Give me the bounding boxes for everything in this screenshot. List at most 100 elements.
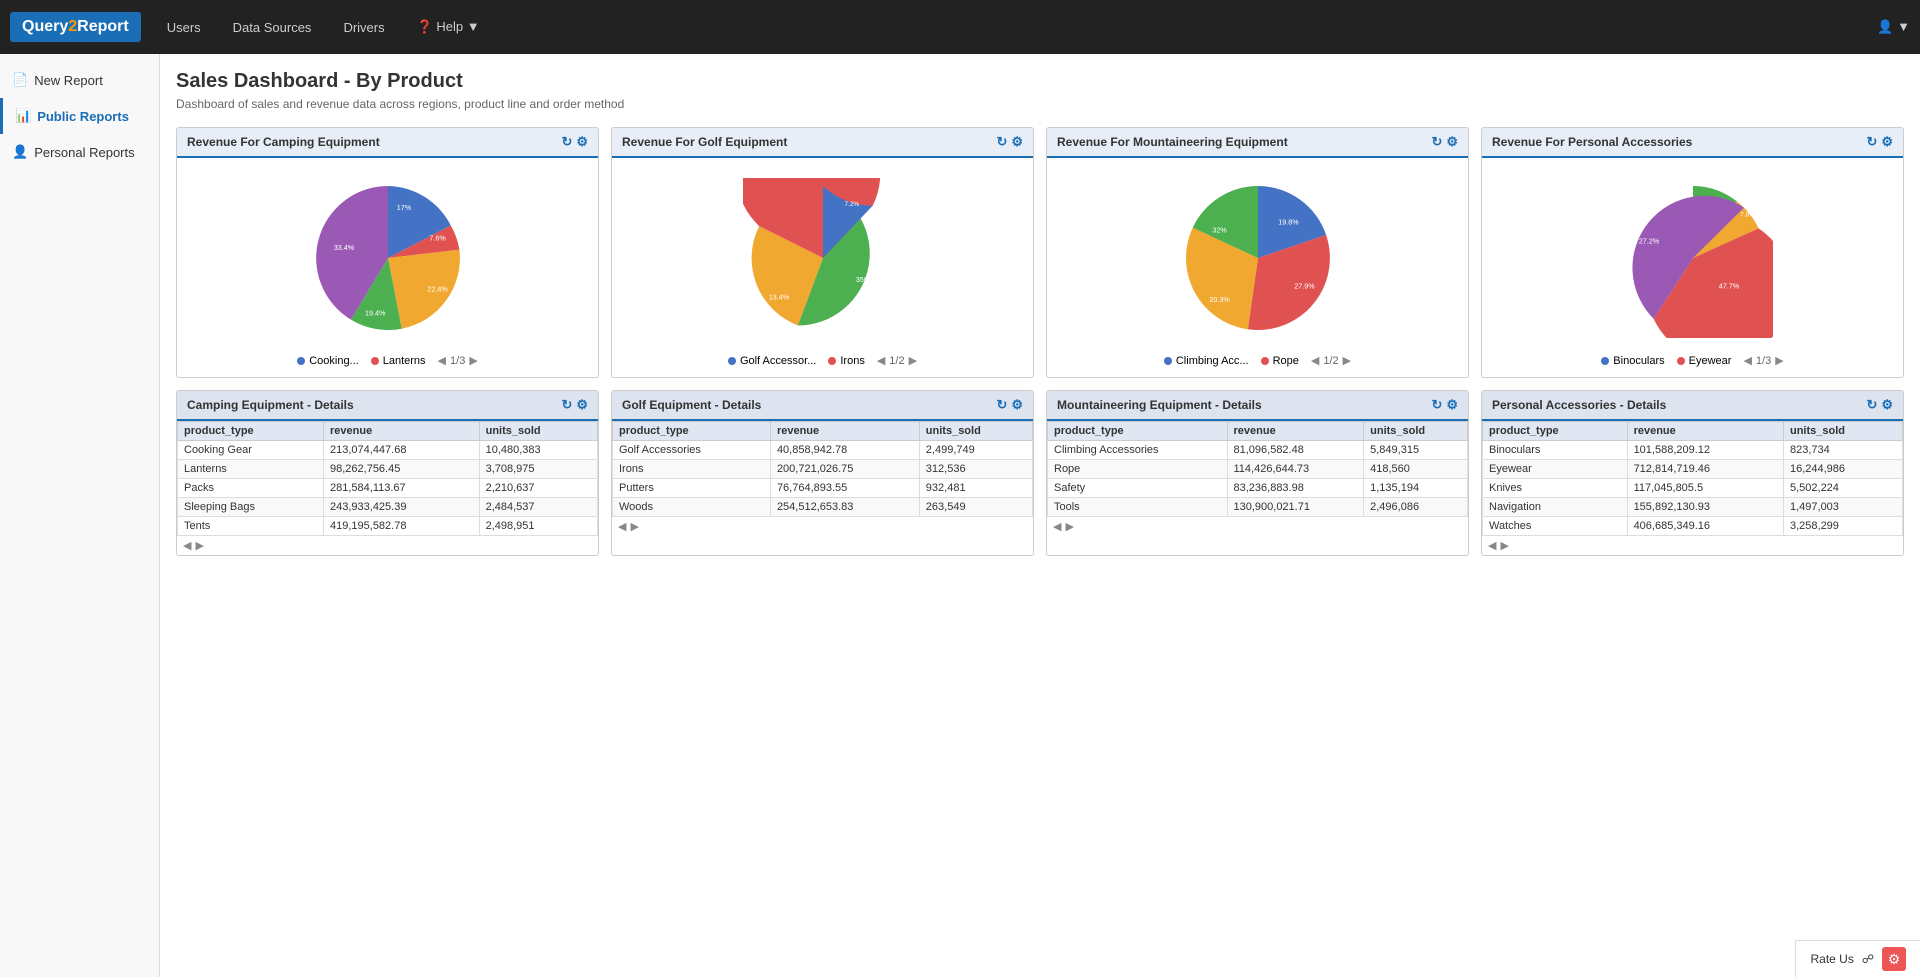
personal-reports-icon: 👤: [12, 144, 28, 160]
svg-text:17%: 17%: [396, 203, 411, 212]
mountaineering-prev-arrow[interactable]: ◀: [1311, 354, 1319, 367]
personal-table-prev[interactable]: ◀: [1488, 539, 1496, 552]
mountaineering-chart-icons: ↻ ⚙: [1431, 134, 1458, 150]
svg-text:20.3%: 20.3%: [1209, 295, 1230, 304]
golf-page-nav: ◀ 1/2 ▶: [877, 354, 917, 367]
table-row: Woods 254,512,653.83 263,549: [613, 498, 1033, 517]
golf-table-prev[interactable]: ◀: [618, 520, 626, 533]
personal-pie-svg: 10.4% 7.8% 47.7% 27.2%: [1613, 178, 1773, 338]
personal-table-header: Personal Accessories - Details ↻ ⚙: [1482, 391, 1903, 421]
camping-table-next[interactable]: ▶: [195, 539, 203, 552]
camping-col-product: product_type: [178, 422, 324, 441]
personal-table-card: Personal Accessories - Details ↻ ⚙ produ…: [1481, 390, 1904, 556]
golf-refresh-icon[interactable]: ↻: [996, 134, 1007, 150]
personal-table-refresh-icon[interactable]: ↻: [1866, 397, 1877, 413]
sidebar-item-new-report[interactable]: 📄 New Report: [0, 62, 159, 98]
camping-chart-area: 17% 7.6% 22.4% 19.4%: [177, 158, 598, 377]
sidebar-item-public-reports[interactable]: 📊 Public Reports: [0, 98, 159, 134]
personal-refresh-icon[interactable]: ↻: [1866, 134, 1877, 150]
personal-table-settings-icon[interactable]: ⚙: [1881, 397, 1893, 413]
camping-chart-card: Revenue For Camping Equipment ↻ ⚙: [176, 127, 599, 378]
table-row: Binoculars 101,588,209.12 823,734: [1483, 441, 1903, 460]
golf-pie: 44.4% 13.4% 35% 7.2%: [743, 178, 903, 338]
personal-chart-icons: ↻ ⚙: [1866, 134, 1893, 150]
golf-col-revenue: revenue: [770, 422, 919, 441]
mountaineering-table: product_type revenue units_sold Climbing…: [1047, 421, 1468, 517]
binoculars-dot: [1601, 357, 1609, 365]
mountaineering-table-refresh-icon[interactable]: ↻: [1431, 397, 1442, 413]
table-row: Golf Accessories 40,858,942.78 2,499,749: [613, 441, 1033, 460]
personal-prev-arrow[interactable]: ◀: [1743, 354, 1751, 367]
mtn-table-next[interactable]: ▶: [1065, 520, 1073, 533]
mtn-col-units: units_sold: [1364, 422, 1468, 441]
mountaineering-table-card: Mountaineering Equipment - Details ↻ ⚙ p…: [1046, 390, 1469, 556]
user-menu[interactable]: 👤 ▼: [1877, 19, 1910, 35]
camping-table-card: Camping Equipment - Details ↻ ⚙ product_…: [176, 390, 599, 556]
svg-text:33.4%: 33.4%: [333, 243, 354, 252]
golf-legend-irons: Irons: [828, 355, 864, 367]
golf-settings-icon[interactable]: ⚙: [1011, 134, 1023, 150]
github-icon[interactable]: ☍: [1862, 952, 1874, 966]
table-row: Sleeping Bags 243,933,425.39 2,484,537: [178, 498, 598, 517]
irons-label: Irons: [840, 355, 864, 367]
camping-table-settings-icon[interactable]: ⚙: [576, 397, 588, 413]
nav-datasources[interactable]: Data Sources: [227, 16, 318, 39]
golf-legend: Golf Accessor... Irons ◀ 1/2 ▶: [728, 354, 917, 367]
personal-table-next[interactable]: ▶: [1500, 539, 1508, 552]
table-row: Navigation 155,892,130.93 1,497,003: [1483, 498, 1903, 517]
golf-legend-accessories: Golf Accessor...: [728, 355, 816, 367]
mountaineering-pie-svg: 19.8% 27.9% 20.3% 32%: [1178, 178, 1338, 338]
svg-text:19.4%: 19.4%: [365, 309, 386, 318]
mtn-col-revenue: revenue: [1227, 422, 1364, 441]
logo-accent: 2: [68, 18, 77, 35]
mountaineering-next-arrow[interactable]: ▶: [1343, 354, 1351, 367]
table-row: Watches 406,685,349.16 3,258,299: [1483, 517, 1903, 536]
mountaineering-refresh-icon[interactable]: ↻: [1431, 134, 1442, 150]
camping-refresh-icon[interactable]: ↻: [561, 134, 572, 150]
cooking-label: Cooking...: [309, 355, 359, 367]
camping-prev-arrow[interactable]: ◀: [438, 354, 446, 367]
personal-chart-card: Revenue For Personal Accessories ↻ ⚙ 10.…: [1481, 127, 1904, 378]
mountaineering-table-title: Mountaineering Equipment - Details: [1057, 398, 1262, 412]
mountaineering-table-settings-icon[interactable]: ⚙: [1446, 397, 1458, 413]
camping-settings-icon[interactable]: ⚙: [576, 134, 588, 150]
golf-prev-arrow[interactable]: ◀: [877, 354, 885, 367]
personal-page-nav: ◀ 1/3 ▶: [1743, 354, 1783, 367]
mtn-col-product: product_type: [1048, 422, 1228, 441]
nav-help[interactable]: ❓ Help ▼: [411, 15, 486, 39]
personal-next-arrow[interactable]: ▶: [1775, 354, 1783, 367]
accessories-dot: [728, 357, 736, 365]
personal-chart-header: Revenue For Personal Accessories ↻ ⚙: [1482, 128, 1903, 158]
camping-next-arrow[interactable]: ▶: [469, 354, 477, 367]
personal-settings-icon[interactable]: ⚙: [1881, 134, 1893, 150]
golf-table-next[interactable]: ▶: [630, 520, 638, 533]
irons-dot: [828, 357, 836, 365]
rate-us-label: Rate Us: [1810, 952, 1853, 966]
logo[interactable]: Query2Report: [10, 12, 141, 42]
cooking-dot: [297, 357, 305, 365]
settings-icon[interactable]: ⚙: [1882, 947, 1906, 971]
golf-table-refresh-icon[interactable]: ↻: [996, 397, 1007, 413]
golf-next-arrow[interactable]: ▶: [909, 354, 917, 367]
sidebar-item-personal-reports[interactable]: 👤 Personal Reports: [0, 134, 159, 170]
climbing-label: Climbing Acc...: [1176, 355, 1249, 367]
svg-text:7.6%: 7.6%: [429, 233, 446, 242]
camping-table-refresh-icon[interactable]: ↻: [561, 397, 572, 413]
golf-chart-header: Revenue For Golf Equipment ↻ ⚙: [612, 128, 1033, 158]
golf-table-settings-icon[interactable]: ⚙: [1011, 397, 1023, 413]
golf-table-icons: ↻ ⚙: [996, 397, 1023, 413]
accessories-label: Golf Accessor...: [740, 355, 816, 367]
table-row: Tents 419,195,582.78 2,498,951: [178, 517, 598, 536]
camping-table-nav: ◀ ▶: [177, 536, 598, 555]
golf-table-card: Golf Equipment - Details ↻ ⚙ product_typ…: [611, 390, 1034, 556]
personal-table-title: Personal Accessories - Details: [1492, 398, 1666, 412]
nav-users[interactable]: Users: [161, 16, 207, 39]
sidebar-label-new-report: New Report: [34, 73, 103, 88]
binoculars-label: Binoculars: [1613, 355, 1664, 367]
camping-table-prev[interactable]: ◀: [183, 539, 191, 552]
golf-chart-card: Revenue For Golf Equipment ↻ ⚙ 44.4%: [611, 127, 1034, 378]
nav-drivers[interactable]: Drivers: [337, 16, 390, 39]
table-row: Rope 114,426,644.73 418,560: [1048, 460, 1468, 479]
mtn-table-prev[interactable]: ◀: [1053, 520, 1061, 533]
mountaineering-settings-icon[interactable]: ⚙: [1446, 134, 1458, 150]
